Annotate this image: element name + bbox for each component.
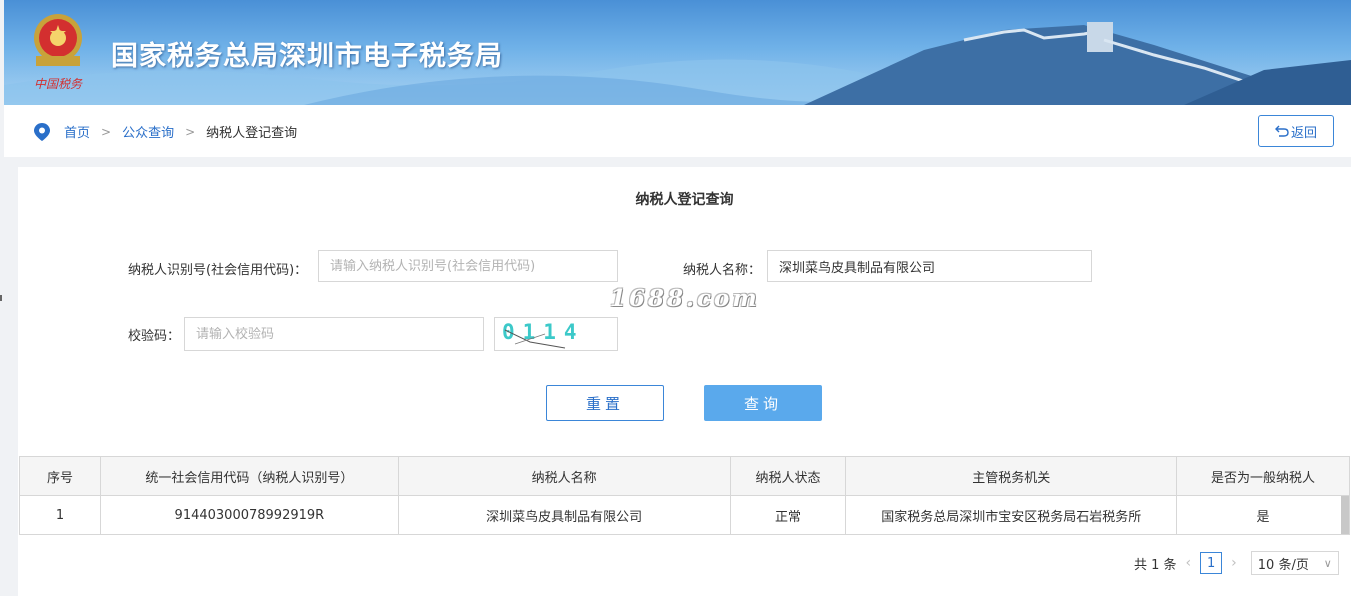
col-header-taxpayer-name: 纳税人名称 — [397, 456, 731, 496]
table-header-row: 序号 统一社会信用代码（纳税人识别号） 纳税人名称 纳税人状态 主管税务机关 是… — [19, 456, 1350, 496]
reset-button[interactable]: 重置 — [546, 385, 664, 421]
cell-general-taxpayer: 是 — [1176, 495, 1350, 535]
back-button-label: 返回 — [1290, 125, 1317, 141]
taxpayer-name-label: 纳税人名称： — [683, 263, 762, 278]
page-number-button[interactable]: 1 — [1200, 552, 1223, 574]
table-scrollbar[interactable] — [1341, 496, 1349, 534]
prev-page-icon[interactable]: ‹ — [1186, 555, 1192, 571]
location-pin-icon — [34, 122, 50, 141]
left-edge-mark — [0, 295, 2, 301]
col-header-credit-code: 统一社会信用代码（纳税人识别号） — [99, 456, 399, 496]
captcha-field[interactable] — [184, 317, 484, 351]
breadcrumb-separator: > — [185, 124, 196, 139]
taxpayer-name-field[interactable] — [767, 250, 1092, 282]
cell-status: 正常 — [729, 495, 847, 535]
site-title: 国家税务总局深圳市电子税务局 — [111, 41, 503, 72]
col-header-tax-authority: 主管税务机关 — [845, 456, 1178, 496]
taxpayer-id-input[interactable] — [330, 258, 606, 274]
results-table: 序号 统一社会信用代码（纳税人识别号） 纳税人名称 纳税人状态 主管税务机关 是… — [19, 456, 1350, 535]
captcha-noise — [504, 329, 566, 349]
taxpayer-id-field[interactable] — [318, 250, 618, 282]
page-size-value: 10 条/页 — [1257, 557, 1309, 573]
breadcrumb-home[interactable]: 首页 — [64, 122, 90, 141]
breadcrumb: 首页 > 公众查询 > 纳税人登记查询 — [34, 122, 297, 141]
captcha-image[interactable]: 0114 — [494, 317, 618, 351]
form-title: 纳税人登记查询 — [635, 192, 734, 208]
return-arrow-icon — [1274, 125, 1289, 137]
query-panel: 纳税人登记查询 纳税人识别号(社会信用代码)： 纳税人名称： 1688.com … — [18, 167, 1351, 596]
cell-credit-code: 91440300078992919R — [99, 495, 399, 535]
captcha-input[interactable] — [196, 326, 472, 342]
chevron-down-icon: ∨ — [1323, 556, 1332, 570]
table-row[interactable]: 1 91440300078992919R 深圳菜鸟皮具制品有限公司 正常 国家税… — [19, 495, 1350, 535]
breadcrumb-current: 纳税人登记查询 — [206, 126, 298, 141]
cell-index: 1 — [19, 495, 101, 535]
breadcrumb-bar: 首页 > 公众查询 > 纳税人登记查询 返回 — [4, 105, 1351, 157]
breadcrumb-separator: > — [101, 124, 112, 139]
col-header-status: 纳税人状态 — [729, 456, 847, 496]
back-button[interactable]: 返回 — [1258, 115, 1334, 147]
page-size-select[interactable]: 10 条/页 ∨ — [1250, 551, 1339, 575]
col-header-index: 序号 — [19, 456, 101, 496]
col-header-general-taxpayer: 是否为一般纳税人 — [1176, 456, 1350, 496]
pagination: 共 1 条 ‹ 1 › 10 条/页 ∨ — [1134, 551, 1339, 575]
taxpayer-id-label: 纳税人识别号(社会信用代码)： — [128, 263, 308, 278]
emblem-caption: 中国税务 — [34, 77, 83, 91]
captcha-label: 校验码： — [128, 329, 181, 344]
watermark: 1688.com — [610, 285, 760, 312]
taxpayer-name-input[interactable] — [779, 258, 1080, 274]
breadcrumb-public-query[interactable]: 公众查询 — [122, 122, 174, 141]
pagination-total: 共 1 条 — [1134, 557, 1177, 573]
next-page-icon[interactable]: › — [1231, 555, 1237, 571]
cell-tax-authority: 国家税务总局深圳市宝安区税务局石岩税务所 — [845, 495, 1178, 535]
tax-emblem-icon: 中国税务 — [34, 14, 83, 91]
header-banner: 中国税务 国家税务总局深圳市电子税务局 — [4, 0, 1351, 105]
cell-taxpayer-name: 深圳菜鸟皮具制品有限公司 — [397, 495, 731, 535]
query-button[interactable]: 查询 — [704, 385, 822, 421]
